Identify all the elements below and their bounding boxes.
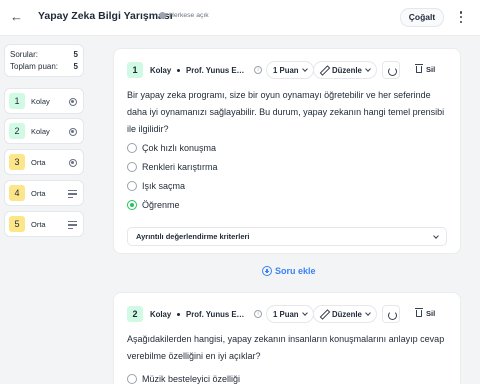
pencil-icon (320, 66, 328, 74)
question-text: Bir yapay zeka programı, size bir oyun o… (127, 90, 445, 134)
delete-label: Sil (426, 309, 436, 318)
answer-option[interactable]: Işık saçma (127, 180, 185, 192)
author-name: Prof. Yunus Emre (186, 310, 250, 319)
duplicate-button[interactable]: Çoğalt (400, 8, 444, 27)
globe-icon (159, 12, 166, 19)
option-label: Işık saçma (142, 181, 186, 191)
chevron-down-icon (365, 310, 371, 316)
question-number: 3 (9, 154, 25, 170)
edit-button[interactable]: Düzenle (313, 305, 377, 323)
radio-icon (69, 159, 77, 167)
visibility-status: Herkese açık (159, 12, 209, 19)
more-options-icon[interactable] (456, 9, 466, 25)
app-header: ← Yapay Zeka Bilgi Yarışması Herkese açı… (0, 0, 480, 36)
quiz-summary: Sorular: 5 Toplam puan: 5 (4, 44, 84, 77)
chevron-down-icon (301, 66, 308, 72)
answer-option[interactable]: Çok hızlı konuşma (127, 142, 216, 154)
delete-button[interactable]: Sil (415, 64, 436, 74)
question-number: 1 (9, 93, 25, 109)
points-label: 1 Puan (273, 65, 299, 75)
author-name: Prof. Yunus Emre (186, 66, 250, 75)
radio-button[interactable] (127, 162, 137, 172)
total-points: 5 (73, 62, 78, 71)
radio-icon (69, 98, 77, 106)
chevron-down-icon (433, 232, 439, 239)
difficulty-label: Orta (31, 158, 46, 167)
edit-label: Düzenle (332, 309, 362, 319)
difficulty-label: Kolay (31, 127, 50, 136)
option-label: Çok hızlı konuşma (142, 143, 217, 153)
radio-icon (69, 128, 77, 136)
info-icon[interactable]: i (254, 66, 262, 74)
separator-dot (177, 69, 180, 72)
chevron-down-icon (365, 66, 371, 72)
points-label: 1 Puan (273, 309, 299, 319)
question-number: 4 (9, 185, 25, 201)
points-dropdown[interactable]: 1 Puan (266, 61, 314, 79)
visibility-label: Herkese açık (169, 12, 209, 19)
edit-button[interactable]: Düzenle (313, 61, 377, 79)
difficulty-label: Kolay (150, 66, 172, 75)
question-list-item-3[interactable]: 3 Orta (4, 149, 84, 175)
questions-count: 5 (73, 50, 78, 59)
regenerate-icon[interactable] (382, 61, 400, 79)
trash-icon (415, 308, 423, 317)
radio-button[interactable] (127, 181, 137, 191)
answer-option[interactable]: Renkleri karıştırma (127, 161, 218, 173)
question-text: Aşağıdakilerden hangisi, yapay zekanın i… (127, 334, 445, 361)
page-title: Yapay Zeka Bilgi Yarışması (38, 10, 173, 22)
question-number: 5 (9, 216, 25, 232)
option-label: Öğrenme (142, 200, 180, 210)
add-question-label: Soru ekle (275, 266, 316, 276)
criteria-dropdown[interactable]: Ayrıntılı değerlendirme kriterleri (127, 227, 447, 246)
radio-button[interactable] (127, 143, 137, 153)
questions-count-label: Sorular: (10, 50, 39, 59)
radio-button[interactable] (127, 374, 137, 384)
lines-icon (68, 221, 77, 229)
edit-label: Düzenle (332, 65, 362, 75)
difficulty-label: Kolay (31, 97, 50, 106)
points-dropdown[interactable]: 1 Puan (266, 305, 314, 323)
difficulty-label: Orta (31, 189, 46, 198)
back-arrow-icon[interactable]: ← (10, 9, 24, 25)
delete-label: Sil (426, 65, 436, 74)
question-number: 1 (127, 62, 143, 78)
question-list-item-1[interactable]: 1 Kolay (4, 88, 84, 114)
option-label: Renkleri karıştırma (142, 162, 218, 172)
difficulty-label: Kolay (150, 310, 172, 319)
chevron-down-icon (301, 310, 308, 316)
trash-icon (415, 64, 423, 73)
info-icon[interactable]: i (254, 310, 262, 318)
question-list-item-4[interactable]: 4 Orta (4, 180, 84, 206)
lines-icon (68, 190, 77, 198)
total-points-label: Toplam puan: (10, 62, 59, 71)
regenerate-icon[interactable] (382, 305, 400, 323)
plus-circle-icon (262, 266, 272, 276)
question-card-2: 2 Kolay Prof. Yunus Emre i 1 Puan Düzenl… (113, 292, 461, 384)
criteria-label: Ayrıntılı değerlendirme kriterleri (136, 232, 250, 241)
delete-button[interactable]: Sil (415, 308, 436, 318)
separator-dot (177, 313, 180, 316)
answer-option-selected[interactable]: Öğrenme (127, 199, 180, 211)
difficulty-label: Orta (31, 220, 46, 229)
question-card-1: 1 Kolay Prof. Yunus Emre i 1 Puan Düzenl… (113, 48, 461, 254)
question-list-item-2[interactable]: 2 Kolay (4, 118, 84, 144)
option-label: Müzik besteleyici özelliği (142, 374, 241, 384)
add-question-button[interactable]: Soru ekle (262, 266, 316, 276)
question-number: 2 (127, 306, 143, 322)
pencil-icon (320, 310, 328, 318)
answer-option[interactable]: Müzik besteleyici özelliği (127, 373, 240, 384)
question-number: 2 (9, 123, 25, 139)
question-list-item-5[interactable]: 5 Orta (4, 211, 84, 237)
radio-button-selected[interactable] (127, 200, 137, 210)
